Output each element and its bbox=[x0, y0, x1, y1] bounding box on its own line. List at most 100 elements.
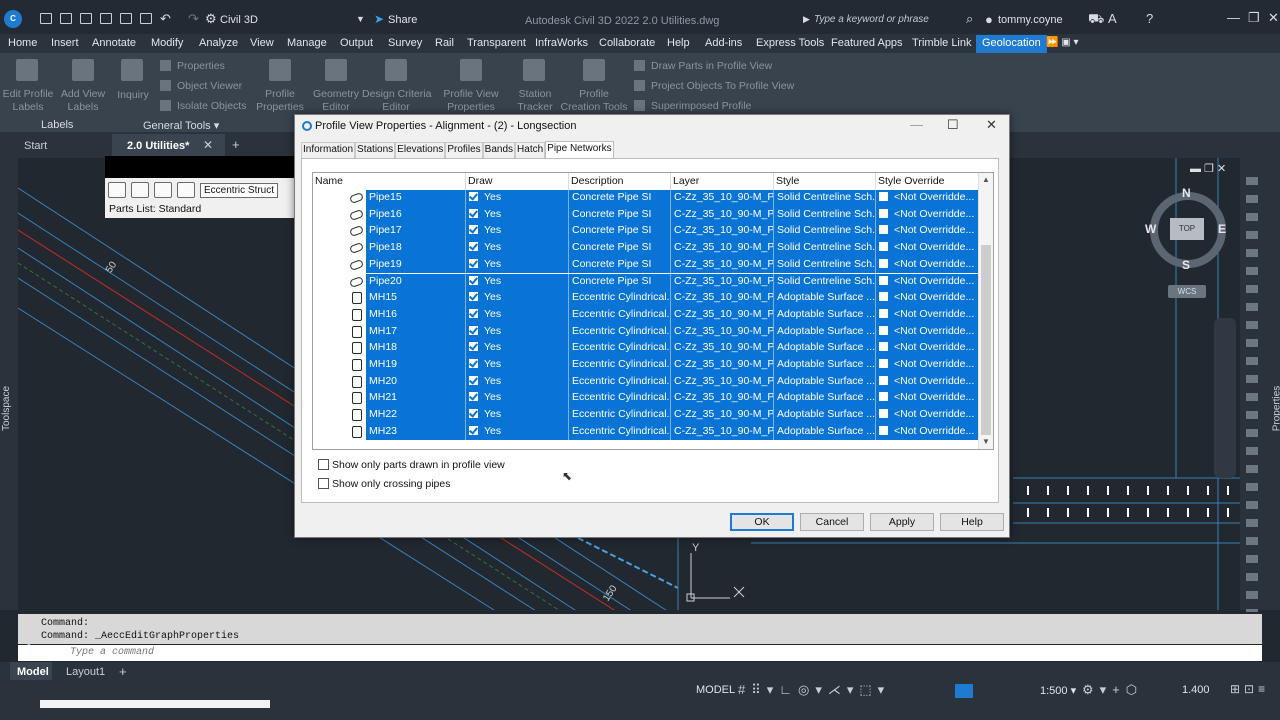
toolspace-bar[interactable]: Toolspace bbox=[0, 158, 18, 610]
grid-row[interactable]: MH16 Yes Eccentric Cylindrical... C-Zz_35_1… bbox=[313, 306, 993, 324]
share-button[interactable]: Share bbox=[388, 14, 417, 26]
cell-description[interactable]: Eccentric Cylindrical... bbox=[569, 323, 671, 341]
app-logo-icon[interactable]: C bbox=[4, 10, 22, 28]
tab-geolocation[interactable]: Geolocation bbox=[976, 35, 1047, 53]
cell-draw[interactable]: Yes bbox=[466, 290, 569, 307]
show-only-crossing-pipes-checkbox[interactable]: Show only crossing pipes bbox=[318, 478, 450, 490]
grid-row[interactable]: MH22 Yes Eccentric Cylindrical... C-Zz_35_1… bbox=[313, 407, 993, 424]
cell-style-override[interactable]: <Not Overridde... bbox=[876, 340, 980, 357]
grid-row[interactable]: Pipe18 Yes Concrete Pipe SI C-Zz_35_10_90-M… bbox=[313, 240, 993, 257]
user-name[interactable]: tommy.coyne bbox=[998, 14, 1063, 26]
superimposed-profile-button[interactable]: Superimposed Profile bbox=[634, 100, 751, 112]
cell-name[interactable]: MH20 bbox=[366, 373, 466, 391]
layout1-tab[interactable]: Layout1 bbox=[66, 666, 105, 678]
pipe-tool-icon[interactable] bbox=[154, 182, 172, 198]
tab-profiles[interactable]: Profiles bbox=[445, 142, 483, 158]
override-checkbox[interactable] bbox=[879, 409, 888, 419]
cell-draw[interactable]: Yes bbox=[466, 223, 569, 241]
isolate-objects-button[interactable]: Isolate Objects bbox=[160, 100, 246, 112]
cell-style[interactable]: Adoptable Surface ... bbox=[774, 407, 876, 424]
annotation-scale[interactable]: 1:500 ▾ bbox=[1040, 684, 1076, 697]
draw-checkbox[interactable] bbox=[469, 375, 478, 385]
tab-information[interactable]: Information bbox=[301, 142, 356, 158]
cell-layer[interactable]: C-Zz_35_10_90-M_P... bbox=[671, 423, 774, 441]
draw-checkbox[interactable] bbox=[469, 208, 478, 218]
override-checkbox[interactable] bbox=[879, 392, 888, 402]
cell-style[interactable]: Adoptable Surface ... bbox=[774, 290, 876, 307]
help-icon[interactable]: ? bbox=[1146, 11, 1153, 26]
grid-row[interactable]: MH23 Yes Eccentric Cylindrical... C-Zz_35_1… bbox=[313, 423, 993, 441]
tab-bands[interactable]: Bands bbox=[482, 142, 516, 158]
user-icon[interactable]: ● bbox=[985, 12, 993, 27]
tab-transparent[interactable]: Transparent bbox=[467, 37, 526, 49]
cell-layer[interactable]: C-Zz_35_10_90-M_P... bbox=[671, 323, 774, 341]
share-icon[interactable]: ➤ bbox=[374, 12, 384, 26]
cell-draw[interactable]: Yes bbox=[466, 423, 569, 441]
cell-draw[interactable]: Yes bbox=[466, 323, 569, 341]
cell-description[interactable]: Eccentric Cylindrical... bbox=[569, 357, 671, 374]
scroll-down-icon[interactable]: ▼ bbox=[982, 437, 990, 446]
cell-description[interactable]: Eccentric Cylindrical... bbox=[569, 407, 671, 424]
close-icon[interactable]: ✕ bbox=[1268, 10, 1279, 26]
cancel-button[interactable]: Cancel bbox=[800, 513, 864, 531]
grid-row[interactable]: MH17 Yes Eccentric Cylindrical... C-Zz_35_1… bbox=[313, 323, 993, 341]
tab-addins[interactable]: Add-ins bbox=[705, 37, 742, 49]
column-name[interactable]: Name bbox=[313, 173, 466, 190]
cell-layer[interactable]: C-Zz_35_10_90-M_P... bbox=[671, 206, 774, 224]
cell-style[interactable]: Solid Centreline Sch... bbox=[774, 190, 876, 207]
more-tabs-icon[interactable]: ⏩ ▣ ▾ bbox=[1046, 37, 1078, 48]
open-folder-icon[interactable] bbox=[60, 13, 72, 24]
model-tab[interactable]: Model bbox=[17, 666, 49, 678]
scroll-up-icon[interactable]: ▲ bbox=[982, 175, 990, 184]
app-store-icon[interactable]: A bbox=[1108, 11, 1117, 26]
grid-row[interactable]: MH15 Yes Eccentric Cylindrical... C-Zz_35_1… bbox=[313, 290, 993, 307]
override-checkbox[interactable] bbox=[879, 242, 888, 252]
tab-hatch[interactable]: Hatch bbox=[515, 142, 546, 158]
cell-description[interactable]: Eccentric Cylindrical... bbox=[569, 373, 671, 391]
cell-style[interactable]: Adoptable Surface ... bbox=[774, 340, 876, 357]
cell-name[interactable]: Pipe17 bbox=[366, 223, 466, 241]
grid-row[interactable]: Pipe16 Yes Concrete Pipe SI C-Zz_35_10_90-M… bbox=[313, 206, 993, 224]
draw-checkbox[interactable] bbox=[469, 409, 478, 419]
draw-checkbox[interactable] bbox=[469, 342, 478, 352]
cell-layer[interactable]: C-Zz_35_10_90-M_P... bbox=[671, 357, 774, 374]
cell-name[interactable]: Pipe16 bbox=[366, 206, 466, 224]
tab-trimble-link[interactable]: Trimble Link bbox=[912, 37, 972, 49]
cell-name[interactable]: MH16 bbox=[366, 306, 466, 324]
cell-style-override[interactable]: <Not Overridde... bbox=[876, 390, 980, 408]
cell-style[interactable]: Solid Centreline Sch... bbox=[774, 206, 876, 224]
override-checkbox[interactable] bbox=[879, 359, 888, 368]
status-end-icons[interactable]: ⊞⊡≡ bbox=[1230, 682, 1269, 696]
draw-checkbox[interactable] bbox=[469, 359, 478, 368]
override-checkbox[interactable] bbox=[879, 342, 888, 352]
cell-draw[interactable]: Yes bbox=[466, 273, 569, 291]
cell-style[interactable]: Adoptable Surface ... bbox=[774, 390, 876, 408]
cell-draw[interactable]: Yes bbox=[466, 340, 569, 357]
cell-layer[interactable]: C-Zz_35_10_90-M_P... bbox=[671, 340, 774, 357]
draw-checkbox[interactable] bbox=[469, 242, 478, 252]
compass-west[interactable]: W bbox=[1145, 222, 1156, 236]
help-button[interactable]: Help bbox=[940, 513, 1004, 531]
draw-parts-button[interactable]: Draw Parts in Profile View bbox=[634, 60, 772, 72]
cart-icon[interactable]: ⛟ bbox=[1088, 11, 1104, 29]
column-draw[interactable]: Draw bbox=[466, 173, 569, 190]
override-checkbox[interactable] bbox=[879, 275, 888, 285]
draw-checkbox[interactable] bbox=[469, 292, 478, 302]
override-checkbox[interactable] bbox=[879, 425, 888, 435]
tab-collaborate[interactable]: Collaborate bbox=[599, 37, 655, 49]
draw-checkbox[interactable] bbox=[469, 225, 478, 235]
tab-elevations[interactable]: Elevations bbox=[395, 142, 446, 158]
tab-annotate[interactable]: Annotate bbox=[92, 37, 136, 49]
cell-layer[interactable]: C-Zz_35_10_90-M_P... bbox=[671, 390, 774, 408]
tab-manage[interactable]: Manage bbox=[287, 37, 327, 49]
cell-style[interactable]: Adoptable Surface ... bbox=[774, 357, 876, 374]
compass-south[interactable]: S bbox=[1182, 258, 1190, 272]
cell-draw[interactable]: Yes bbox=[466, 357, 569, 374]
cell-style[interactable]: Solid Centreline Sch... bbox=[774, 240, 876, 257]
apply-button[interactable]: Apply bbox=[870, 513, 934, 531]
cell-name[interactable]: Pipe18 bbox=[366, 240, 466, 257]
cell-draw[interactable]: Yes bbox=[466, 390, 569, 408]
search-input[interactable]: Type a keyword or phrase bbox=[800, 11, 960, 30]
cell-style-override[interactable]: <Not Overridde... bbox=[876, 190, 980, 207]
tab-start[interactable]: Start bbox=[24, 140, 47, 152]
